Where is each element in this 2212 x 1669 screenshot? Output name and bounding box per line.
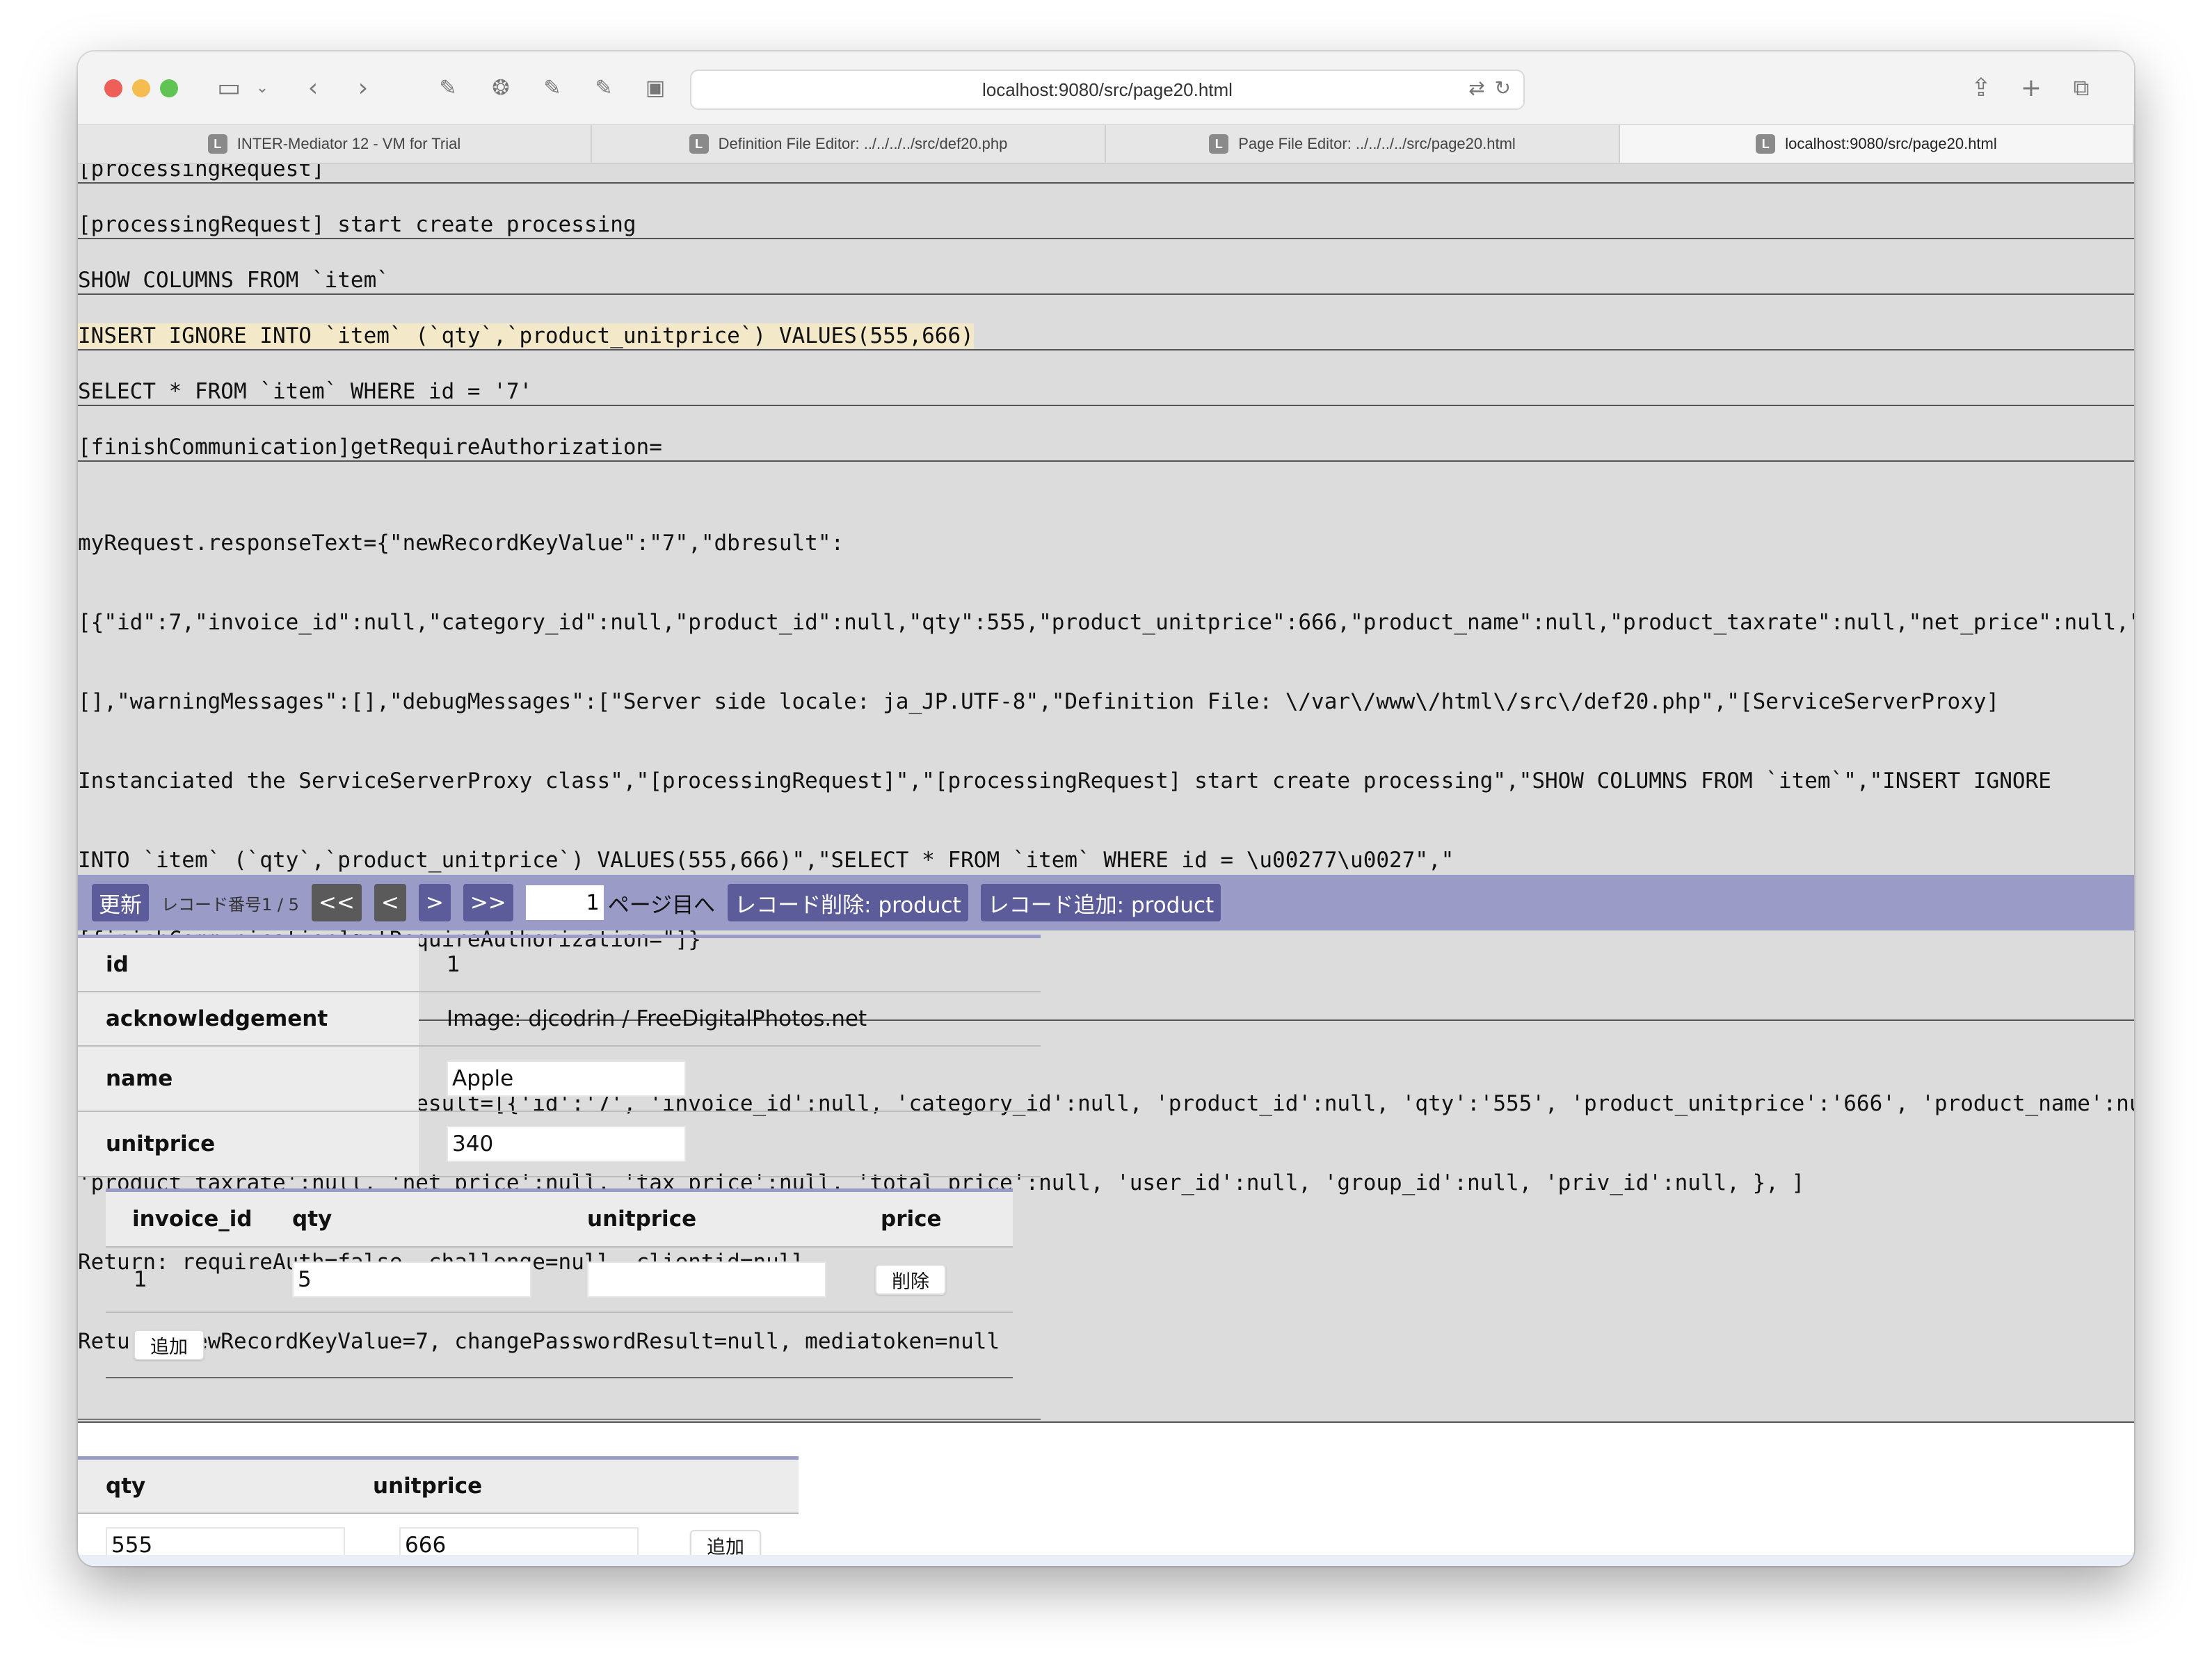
tab-inter-mediator[interactable]: L INTER-Mediator 12 - VM for Trial — [78, 125, 592, 163]
browser-toolbar: ▭ ⌄ ‹ › ✎ ❂ ✎ ✎ ▣ localhost:9080/src/pag… — [78, 51, 2134, 125]
log-line: SHOW COLUMNS FROM `item` — [78, 239, 2134, 295]
sidebar-icon[interactable]: ▭ — [211, 71, 246, 104]
tab-bar: L INTER-Mediator 12 - VM for Trial L Def… — [78, 125, 2134, 164]
extension-icon[interactable]: ✎ — [433, 71, 463, 104]
log-line: SELECT * FROM `item` WHERE id = '7' — [78, 350, 2134, 406]
log-line: [processingRequest] — [78, 164, 2134, 184]
table-row: 1 5 削除 — [106, 1248, 1013, 1313]
zoom-window-button[interactable] — [160, 79, 178, 97]
items-header: invoice_id qty unitprice price — [106, 1192, 1013, 1248]
favicon-icon: L — [1209, 134, 1229, 154]
log-text: Instanciated the ServiceServerProxy clas… — [78, 768, 2051, 793]
new-item-form: qty unitprice 555 666 追加 — [78, 1456, 799, 1566]
extension-icon[interactable]: ✎ — [588, 71, 619, 104]
address-bar[interactable]: localhost:9080/src/page20.html ⇄ ↻ — [690, 70, 1525, 110]
last-record-button[interactable]: >> — [463, 884, 513, 921]
column-header: unitprice — [373, 1474, 483, 1499]
extension-icon[interactable]: ▣ — [640, 71, 671, 104]
item-unitprice-input[interactable] — [587, 1261, 826, 1298]
share-icon[interactable]: ⇪ — [1966, 71, 1996, 104]
log-highlight: INSERT IGNORE INTO `item` (`qty`,`produc… — [78, 323, 974, 348]
log-text: [],"warningMessages":[],"debugMessages":… — [78, 689, 2000, 714]
tab-label: localhost:9080/src/page20.html — [1785, 135, 1997, 152]
record-row-unitprice: unitprice 340 — [78, 1112, 1041, 1177]
tab-label: Page File Editor: ../../../../src/page20… — [1238, 135, 1516, 152]
forward-icon[interactable]: › — [349, 71, 377, 104]
next-record-button[interactable]: > — [418, 884, 451, 921]
tab-label: INTER-Mediator 12 - VM for Trial — [237, 135, 461, 152]
column-header: qty — [292, 1207, 332, 1232]
tab-overview-icon[interactable]: ⧉ — [2066, 71, 2097, 104]
record-row-acknowledgement: acknowledgement Image: djcodrin / FreeDi… — [78, 992, 1041, 1047]
new-tab-icon[interactable]: + — [2016, 71, 2046, 104]
name-input[interactable]: Apple — [447, 1061, 686, 1097]
reload-icon[interactable]: ↻ — [1495, 76, 1511, 99]
record-row-id: id 1 — [78, 938, 1041, 992]
log-text: myRequest.responseText={"newRecordKeyVal… — [78, 531, 844, 556]
favicon-icon: L — [1756, 134, 1776, 154]
log-text: INTO `item` (`qty`,`product_unitprice`) … — [78, 848, 1454, 873]
tab-definition-editor[interactable]: L Definition File Editor: ../../../../sr… — [592, 125, 1106, 163]
favicon-icon: L — [207, 134, 227, 154]
field-label: unitprice — [78, 1112, 419, 1176]
log-line: [finishCommunication]getRequireAuthoriza… — [78, 406, 2134, 462]
add-record-button[interactable]: レコード追加: product — [980, 884, 1221, 921]
minimize-window-button[interactable] — [132, 79, 150, 97]
extension-icon[interactable]: ✎ — [537, 71, 568, 104]
first-record-button[interactable]: << — [311, 884, 362, 921]
record-info: レコード番号1 / 5 — [161, 894, 299, 914]
address-text: localhost:9080/src/page20.html — [982, 79, 1233, 100]
page-number-input[interactable] — [525, 885, 604, 920]
items-add-row: 追加 — [106, 1313, 1013, 1378]
new-item-header: qty unitprice — [78, 1460, 799, 1514]
log-line: INSERT IGNORE INTO `item` (`qty`,`produc… — [78, 295, 2134, 350]
field-value: 1 — [447, 952, 460, 977]
field-label: name — [78, 1047, 419, 1111]
prev-record-button[interactable]: < — [374, 884, 406, 921]
field-label: acknowledgement — [78, 992, 419, 1045]
close-window-button[interactable] — [104, 79, 122, 97]
delete-item-button[interactable]: 削除 — [875, 1264, 946, 1295]
field-value: Image: djcodrin / FreeDigitalPhotos.net — [447, 1006, 867, 1031]
browser-window: ▭ ⌄ ‹ › ✎ ❂ ✎ ✎ ▣ localhost:9080/src/pag… — [78, 51, 2134, 1566]
refresh-button[interactable]: 更新 — [92, 884, 149, 921]
record-row-name: name Apple — [78, 1047, 1041, 1112]
field-label: id — [78, 938, 419, 991]
page-label: ページ目へ — [607, 892, 716, 918]
extension-icon[interactable]: ❂ — [486, 71, 516, 104]
tab-page20[interactable]: L localhost:9080/src/page20.html — [1620, 125, 2134, 163]
translate-icon[interactable]: ⇄ — [1468, 76, 1484, 99]
chevron-down-icon[interactable]: ⌄ — [252, 71, 273, 104]
page-footer — [78, 1555, 2134, 1566]
log-text: [{"id":7,"invoice_id":null,"category_id"… — [78, 610, 2134, 635]
qty-input[interactable]: 5 — [292, 1261, 531, 1298]
add-item-button[interactable]: 追加 — [134, 1330, 205, 1360]
tab-label: Definition File Editor: ../../../../src/… — [718, 135, 1008, 152]
back-icon[interactable]: ‹ — [299, 71, 327, 104]
column-header: unitprice — [587, 1207, 697, 1232]
favicon-icon: L — [689, 134, 709, 154]
column-header: price — [881, 1207, 942, 1232]
record-table: id 1 acknowledgement Image: djcodrin / F… — [78, 935, 1041, 1420]
record-navigation-bar: 更新 レコード番号1 / 5 << < > >> ページ目へ レコード削除: p… — [78, 875, 2134, 930]
invoice-id-value: 1 — [134, 1267, 147, 1292]
column-header: invoice_id — [132, 1207, 253, 1232]
page-content: [processingRequest] [processingRequest] … — [78, 164, 2134, 1566]
tab-page-editor[interactable]: L Page File Editor: ../../../../src/page… — [1106, 125, 1620, 163]
column-header: qty — [106, 1474, 146, 1499]
delete-record-button[interactable]: レコード削除: product — [728, 884, 968, 921]
items-subtable: invoice_id qty unitprice price 1 5 削除 追加 — [106, 1188, 1013, 1378]
log-line: [processingRequest] start create process… — [78, 184, 2134, 239]
unitprice-input[interactable]: 340 — [447, 1126, 686, 1162]
